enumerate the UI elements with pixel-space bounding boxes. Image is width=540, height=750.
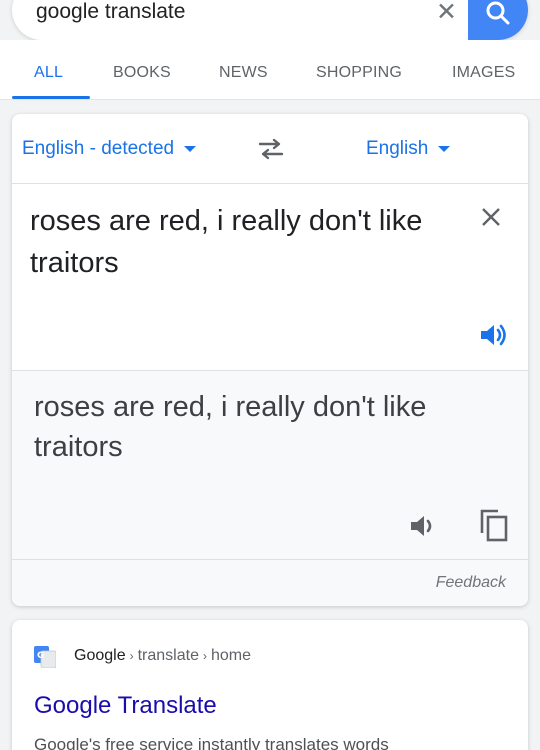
source-language-select[interactable]: English - detected xyxy=(22,138,197,160)
target-language-select[interactable]: English xyxy=(366,138,451,160)
tab-books[interactable]: BOOKS xyxy=(113,64,171,82)
translate-widget: English - detected English roses are red… xyxy=(12,114,528,606)
breadcrumb-site: Google xyxy=(74,647,126,664)
search-tabs: ALL BOOKS NEWS SHOPPING IMAGES xyxy=(0,40,540,100)
result-snippet: Google's free service instantly translat… xyxy=(34,735,389,750)
source-text[interactable]: roses are red, i really don't like trait… xyxy=(30,200,450,284)
breadcrumb-separator: › xyxy=(202,649,207,663)
close-icon[interactable] xyxy=(480,206,502,228)
svg-text:G: G xyxy=(37,651,44,661)
language-selector-row: English - detected English xyxy=(12,114,528,184)
dropdown-caret-icon xyxy=(184,145,197,152)
search-input[interactable]: google translate xyxy=(36,0,185,24)
breadcrumb[interactable]: Google › translate › home xyxy=(74,647,251,665)
translated-text: roses are red, i really don't like trait… xyxy=(34,391,427,463)
translation-output-area: roses are red, i really don't like trait… xyxy=(12,370,528,559)
speaker-icon[interactable] xyxy=(478,320,508,350)
speaker-icon[interactable] xyxy=(408,511,438,541)
tab-images[interactable]: IMAGES xyxy=(452,64,515,82)
tab-all[interactable]: ALL xyxy=(34,64,63,82)
clear-icon[interactable]: ✕ xyxy=(436,0,457,25)
breadcrumb-part: translate xyxy=(137,647,199,664)
source-language-label: English - detected xyxy=(22,138,175,159)
feedback-link[interactable]: Feedback xyxy=(436,574,506,592)
source-text-area[interactable]: roses are red, i really don't like trait… xyxy=(12,184,528,370)
google-translate-favicon: G xyxy=(34,646,56,668)
tab-news[interactable]: NEWS xyxy=(219,64,268,82)
result-title-link[interactable]: Google Translate xyxy=(34,692,217,720)
active-tab-indicator xyxy=(12,96,90,99)
dropdown-caret-icon xyxy=(438,145,451,152)
search-results-page: google translate ✕ ALL BOOKS NEWS SHOPPI… xyxy=(0,0,540,750)
breadcrumb-separator: › xyxy=(129,649,134,663)
tab-shopping[interactable]: SHOPPING xyxy=(316,64,402,82)
search-bar: google translate ✕ xyxy=(12,0,528,40)
target-language-label: English xyxy=(366,138,429,159)
swap-languages-icon[interactable] xyxy=(256,136,286,162)
search-button[interactable] xyxy=(468,0,528,40)
copy-icon[interactable] xyxy=(478,507,510,543)
search-result: G Google › translate › home Google Translate… xyxy=(12,620,528,750)
feedback-row: Feedback xyxy=(12,559,528,606)
search-icon xyxy=(486,1,510,25)
breadcrumb-part: home xyxy=(210,647,251,664)
